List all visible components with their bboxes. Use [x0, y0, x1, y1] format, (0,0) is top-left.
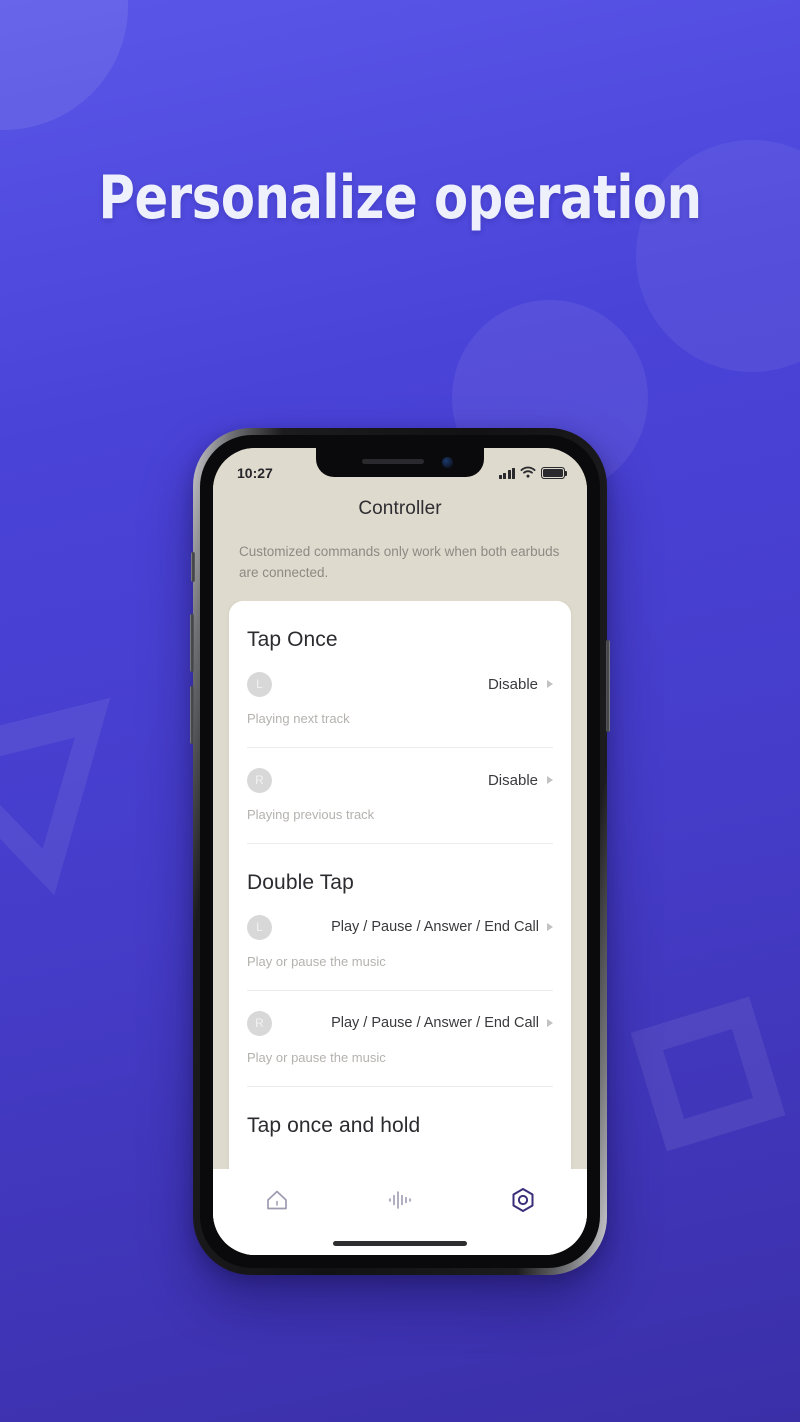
bottom-tab-bar — [213, 1169, 587, 1255]
phone-bezel: Controller Customized commands only work… — [200, 435, 600, 1268]
chevron-right-icon — [547, 680, 553, 689]
tab-audio[interactable] — [380, 1185, 420, 1219]
earbud-badge-right: R — [247, 1010, 272, 1036]
row-main: R Play / Pause / Answer / End Call — [247, 1010, 553, 1036]
row-double-tap-left[interactable]: L Play / Pause / Answer / End Call Play … — [247, 895, 553, 969]
app-root: Controller Customized commands only work… — [213, 448, 587, 1255]
phone-mute-switch[interactable] — [191, 552, 195, 582]
row-value-label: Play / Pause / Answer / End Call — [331, 1015, 539, 1032]
row-value-label: Play / Pause / Answer / End Call — [331, 919, 539, 936]
decor-circle-top-left — [0, 0, 128, 130]
section-title-tap-once-and-hold: Tap once and hold — [247, 1113, 421, 1137]
promo-screenshot: Personalize operation Controller Customi… — [0, 0, 800, 1422]
decor-square-outline — [630, 996, 786, 1152]
phone-power-button[interactable] — [606, 640, 610, 732]
waveform-icon — [386, 1187, 414, 1218]
page-title: Personalize operation — [98, 163, 702, 233]
cellular-bars-icon — [498, 467, 515, 479]
row-subtitle: Playing previous track — [247, 806, 375, 822]
chevron-right-icon — [547, 1019, 553, 1028]
controller-card: Tap Once L Disable Playing next track R … — [229, 600, 571, 1169]
status-time: 10:27 — [237, 465, 273, 481]
row-main: R Disable — [247, 767, 553, 793]
row-value-label: Disable — [487, 675, 538, 693]
phone-volume-down-button[interactable] — [190, 686, 194, 744]
row-tap-once-left[interactable]: L Disable Playing next track — [247, 652, 553, 726]
row-value-group: Play / Pause / Answer / End Call — [331, 919, 553, 935]
tab-home[interactable] — [257, 1185, 297, 1219]
decor-triangle-outline — [0, 682, 163, 929]
section-title-tap-once: Tap Once — [247, 627, 338, 651]
chevron-right-icon — [547, 776, 553, 785]
phone-volume-up-button[interactable] — [190, 614, 194, 672]
row-value-group: Play / Pause / Answer / End Call — [331, 1015, 553, 1031]
hint-text: Customized commands only work when both … — [239, 544, 560, 580]
phone-mockup: Controller Customized commands only work… — [190, 428, 610, 1275]
row-subtitle: Playing next track — [247, 710, 350, 726]
earbud-badge-left: L — [247, 671, 272, 697]
home-indicator[interactable] — [333, 1241, 467, 1246]
row-double-tap-right[interactable]: R Play / Pause / Answer / End Call Play … — [247, 991, 553, 1065]
row-main: L Disable — [247, 671, 553, 697]
home-icon — [264, 1187, 290, 1218]
earbud-badge-left: L — [247, 914, 272, 940]
row-subtitle: Play or pause the music — [247, 1049, 386, 1065]
status-bar: 10:27 — [213, 448, 587, 492]
earbud-badge-right: R — [247, 767, 272, 793]
tab-settings[interactable] — [503, 1185, 543, 1219]
chevron-right-icon — [547, 923, 553, 932]
hex-settings-icon — [509, 1186, 537, 1219]
status-indicators — [498, 465, 568, 481]
battery-full-icon — [541, 467, 568, 479]
row-tap-once-right[interactable]: R Disable Playing previous track — [247, 748, 553, 822]
row-value-group: Disable — [488, 676, 553, 693]
row-value-group: Disable — [488, 772, 553, 789]
row-main: L Play / Pause / Answer / End Call — [247, 914, 553, 940]
nav-bar-title: Controller — [358, 498, 442, 519]
section-title-double-tap: Double Tap — [247, 870, 354, 894]
row-subtitle: Play or pause the music — [247, 953, 386, 969]
phone-screen: Controller Customized commands only work… — [213, 448, 587, 1255]
settings-scroll-area[interactable]: Tap Once L Disable Playing next track R … — [213, 600, 587, 1169]
row-value-label: Disable — [487, 771, 538, 789]
wifi-icon — [520, 465, 536, 481]
